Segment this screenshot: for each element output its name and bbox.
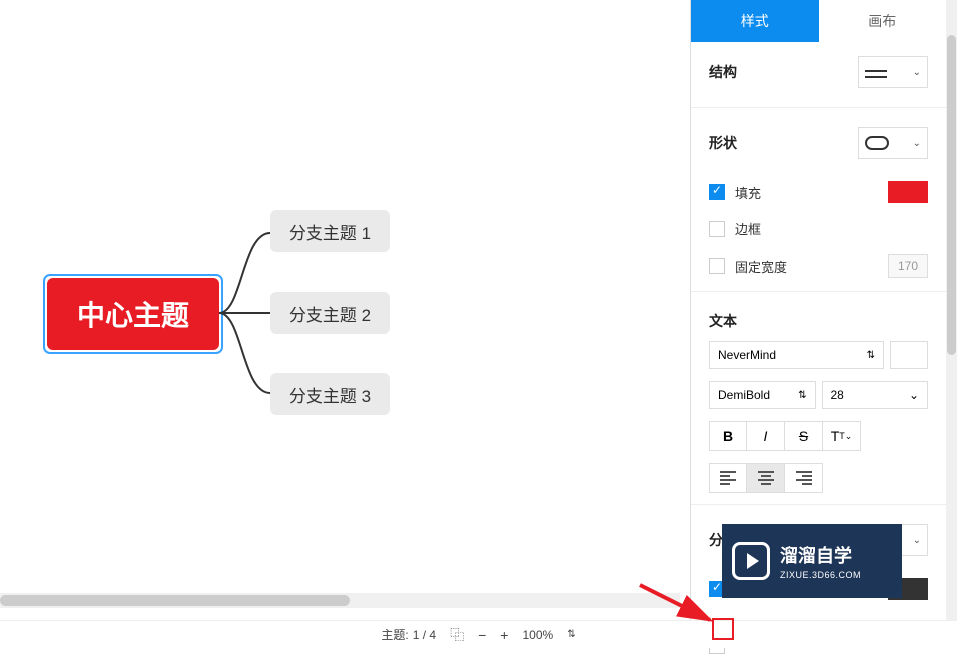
strikethrough-button[interactable]: S [785,421,823,451]
font-family-row: NeverMind ⇅ [691,335,946,375]
chevron-down-icon: ⌄ [909,388,919,402]
divider [691,504,946,505]
updown-icon: ⇅ [798,390,806,401]
chevron-down-icon: ⌄ [913,138,921,149]
bold-button[interactable]: B [709,421,747,451]
border-checkbox[interactable] [709,221,725,237]
branch-topic-node[interactable]: 分支主题 1 [270,210,390,252]
font-size-value: 28 [831,388,844,402]
chevron-down-icon: ⌄ [913,535,921,546]
font-color-swatch[interactable] [890,341,928,369]
border-label: 边框 [735,219,761,238]
fill-label: 填充 [735,183,761,202]
horizontal-scrollbar[interactable] [0,593,680,608]
divider [691,291,946,292]
zoom-in-button[interactable]: + [500,627,508,643]
center-topic-node[interactable]: 中心主题 [47,278,219,350]
border-row: 边框 [691,211,946,246]
tab-canvas[interactable]: 画布 [819,0,947,42]
updown-icon: ⇅ [867,350,875,361]
tab-style[interactable]: 样式 [691,0,819,42]
topic-count-value: 1 / 4 [413,628,436,642]
sidebar-tabs: 样式 画布 [691,0,946,42]
structure-icon [865,65,887,79]
vertical-scrollbar[interactable] [946,0,957,648]
shape-row: 形状 ⌄ [691,113,946,173]
divider [691,107,946,108]
text-format-group: B I S TT ⌄ [691,415,946,457]
status-bar: 主题: 1 / 4 ⿻ − + 100% ⇅ [0,620,957,648]
shape-icon [865,136,889,150]
chevron-down-icon: ⌄ [913,67,921,78]
annotation-highlight-box [712,618,734,640]
italic-button[interactable]: I [747,421,785,451]
align-left-button[interactable] [709,463,747,493]
text-align-group [691,457,946,499]
branch-topic-node[interactable]: 分支主题 3 [270,373,390,415]
fill-row: 填充 [691,173,946,211]
zoom-stepper-icon[interactable]: ⇅ [567,629,575,640]
map-icon[interactable]: ⿻ [450,625,464,645]
mindmap-canvas[interactable]: 中心主题 分支主题 1 分支主题 2 分支主题 3 [0,0,680,608]
structure-dropdown[interactable]: ⌄ [858,56,928,88]
font-family-value: NeverMind [718,348,776,362]
font-weight-value: DemiBold [718,388,770,402]
align-right-button[interactable] [785,463,823,493]
topic-count-label: 主题: [381,626,408,643]
font-weight-row: DemiBold ⇅ 28 ⌄ [691,375,946,415]
watermark-logo: 溜溜自学 ZIXUE.3D66.COM [722,524,902,598]
fixed-width-row: 固定宽度 [691,246,946,286]
fixed-width-label: 固定宽度 [735,257,787,276]
fixed-width-checkbox[interactable] [709,258,725,274]
fill-color-swatch[interactable] [888,181,928,203]
zoom-value: 100% [522,628,553,642]
shape-label: 形状 [709,133,737,153]
play-icon [732,542,770,580]
text-case-button[interactable]: TT ⌄ [823,421,861,451]
text-section: 文本 [691,297,946,335]
zoom-out-button[interactable]: − [478,627,486,643]
structure-label: 结构 [709,62,737,82]
branch-topic-node[interactable]: 分支主题 2 [270,292,390,334]
font-family-select[interactable]: NeverMind ⇅ [709,341,884,369]
watermark-sub: ZIXUE.3D66.COM [780,570,861,580]
structure-row: 结构 ⌄ [691,42,946,102]
font-size-select[interactable]: 28 ⌄ [822,381,929,409]
font-weight-select[interactable]: DemiBold ⇅ [709,381,816,409]
shape-dropdown[interactable]: ⌄ [858,127,928,159]
fixed-width-input[interactable] [888,254,928,278]
fill-checkbox[interactable] [709,184,725,200]
watermark-title: 溜溜自学 [780,542,861,568]
text-label: 文本 [709,311,737,331]
topic-count: 主题: 1 / 4 [381,626,436,643]
align-center-button[interactable] [747,463,785,493]
